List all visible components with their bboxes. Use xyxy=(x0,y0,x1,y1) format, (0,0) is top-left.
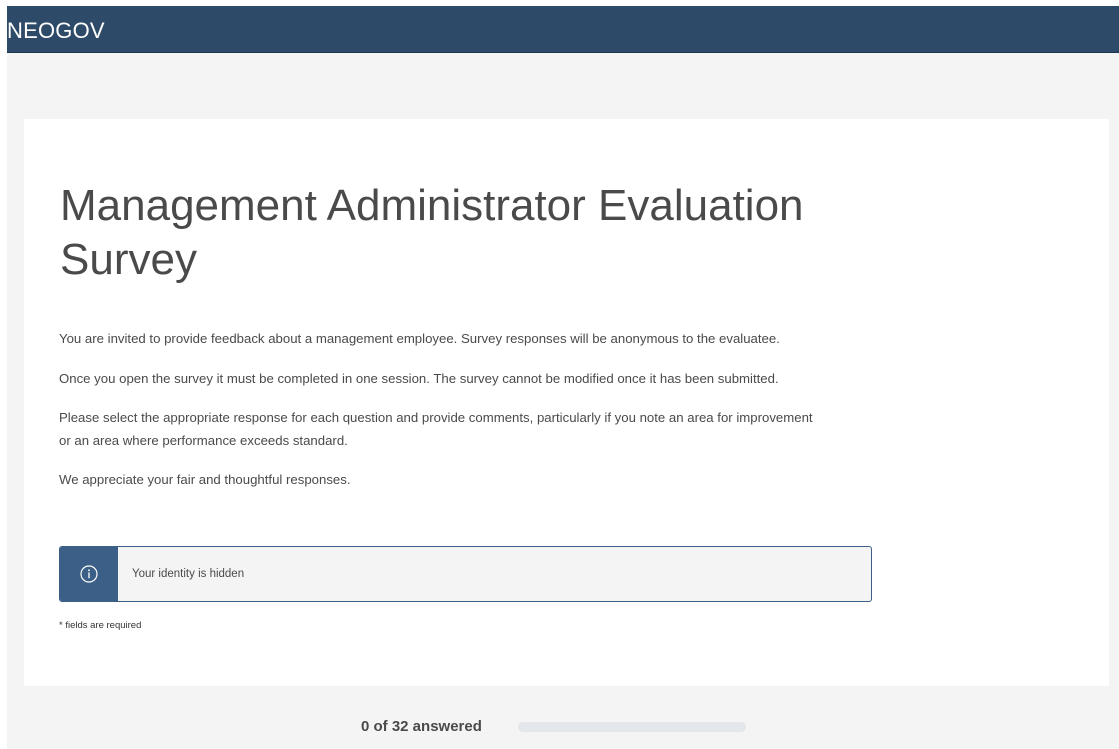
top-bar: NEOGOV xyxy=(7,6,1119,53)
survey-intro-card: Management Administrator Evaluation Surv… xyxy=(24,119,1109,686)
intro-paragraph-1: You are invited to provide feedback abou… xyxy=(59,331,780,346)
brand-logo[interactable]: NEOGOV xyxy=(7,18,105,44)
identity-notice: Your identity is hidden xyxy=(59,546,872,602)
identity-notice-text: Your identity is hidden xyxy=(132,568,245,580)
page-title: Management Administrator Evaluation Surv… xyxy=(60,181,804,284)
progress-footer: 0 of 32 answered xyxy=(7,706,1119,749)
intro-paragraph-3: Please select the appropriate response f… xyxy=(59,410,813,448)
app-window: NEOGOV Management Administrator Evaluati… xyxy=(7,6,1119,749)
info-icon-cell xyxy=(60,547,118,601)
info-circle-icon xyxy=(80,565,98,588)
progress-label: 0 of 32 answered xyxy=(361,718,482,735)
intro-paragraph-2: Once you open the survey it must be comp… xyxy=(59,371,779,386)
intro-paragraph-4: We appreciate your fair and thoughtful r… xyxy=(59,472,351,487)
required-fields-note: * fields are required xyxy=(59,620,142,631)
progress-bar xyxy=(518,722,746,732)
